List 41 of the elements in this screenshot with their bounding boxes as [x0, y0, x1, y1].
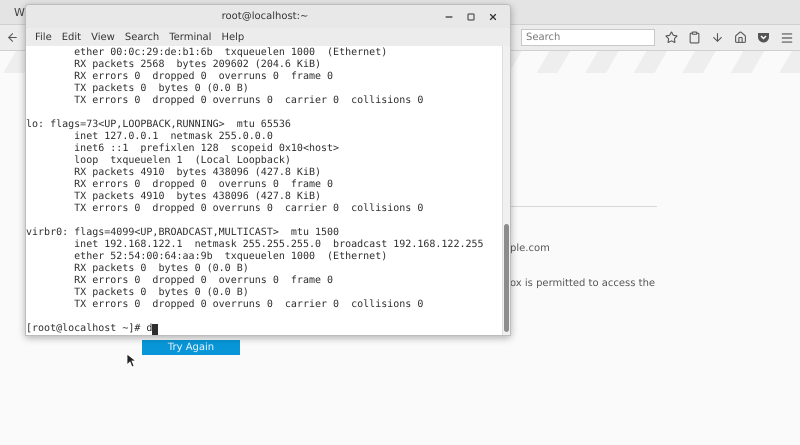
terminal-line: TX packets 0 bytes 0 (0.0 B): [73, 287, 250, 299]
terminal-line: ether 00:0c:29:de:b1:6b txqueuelen 1000 (Ethernet): [73, 47, 388, 59]
terminal-line: lo: flags=73<UP,LOOPBACK,RUNNING> mtu 65536: [26, 119, 292, 131]
terminal-line: inet 127.0.0.1 netmask 255.0.0.0: [73, 131, 274, 143]
terminal-line: virbr0: flags=4099<UP,BROADCAST,MULTICAST> mtu 1500: [26, 227, 340, 239]
terminal-line: TX packets 0 bytes 0 (0.0 B): [73, 83, 250, 95]
mouse-pointer-icon: [126, 353, 136, 368]
star-icon[interactable]: [665, 31, 678, 44]
menu-item[interactable]: Help: [216, 32, 250, 42]
menu-item[interactable]: Terminal: [164, 32, 216, 42]
terminal-line: TX packets 4910 bytes 438096 (427.8 KiB): [73, 191, 322, 203]
download-icon[interactable]: [711, 31, 724, 44]
back-icon[interactable]: [6, 31, 19, 44]
terminal-line: ether 52:54:00:64:aa:9b txqueuelen 1000 (Ethernet): [73, 251, 388, 263]
tab-title[interactable]: W: [14, 6, 25, 18]
terminal-line: TX errors 0 dropped 0 overruns 0 carrier 0 collisions 0: [73, 203, 424, 215]
terminal-line: RX packets 0 bytes 0 (0.0 B): [73, 263, 250, 275]
clipboard-icon[interactable]: [688, 31, 701, 44]
terminal-line: inet 192.168.122.1 netmask 255.255.255.0 broadcast 192.168.122.255: [73, 239, 485, 251]
page-text: ple.com: [510, 243, 551, 254]
command-prompt: [root@localhost ~]# d: [26, 323, 152, 335]
menu-item[interactable]: File: [30, 32, 57, 42]
terminal-line: TX errors 0 dropped 0 overruns 0 carrier 0 collisions 0: [73, 299, 424, 311]
terminal-line: RX errors 0 dropped 0 overruns 0 frame 0: [73, 71, 334, 83]
menu-icon[interactable]: [780, 30, 794, 44]
search-field[interactable]: Search: [521, 29, 655, 46]
terminal-line: RX errors 0 dropped 0 overruns 0 frame 0: [73, 179, 334, 191]
terminal-line: RX errors 0 dropped 0 overruns 0 frame 0: [73, 275, 334, 287]
menu-item[interactable]: Search: [120, 32, 164, 42]
home-icon[interactable]: [734, 31, 747, 44]
terminal-line: RX packets 2568 bytes 209602 (204.6 KiB): [73, 59, 322, 71]
terminal-line: RX packets 4910 bytes 438096 (427.8 KiB): [73, 167, 322, 179]
terminal-line: inet6 ::1 prefixlen 128 scopeid 0x10<host>: [73, 143, 340, 155]
text-cursor: [152, 324, 158, 334]
menu-item[interactable]: Edit: [56, 32, 86, 42]
pocket-icon[interactable]: [757, 31, 770, 44]
menu-item[interactable]: View: [86, 32, 120, 42]
scrollbar[interactable]: [502, 46, 510, 335]
terminal-line: TX errors 0 dropped 0 overruns 0 carrier 0 collisions 0: [73, 95, 424, 107]
terminal-line: loop txqueuelen 1 (Local Loopback): [73, 155, 292, 167]
window-title: root@localhost:~: [220, 11, 310, 22]
